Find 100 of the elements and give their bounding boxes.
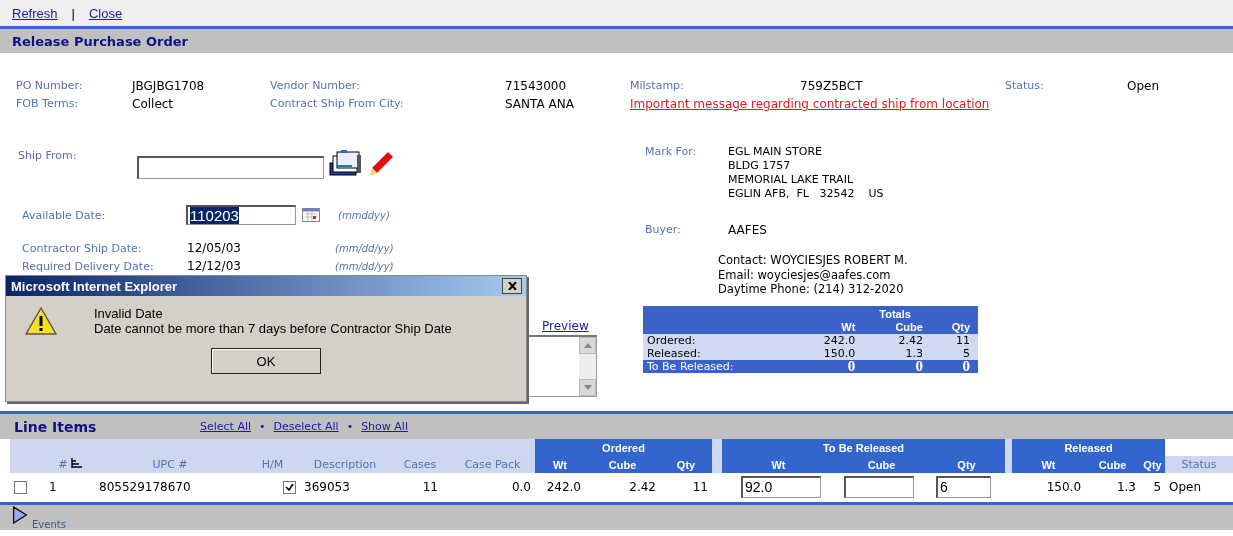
available-date-field[interactable]: 110203 — [186, 205, 296, 225]
release-weight-field[interactable]: 92.0 — [741, 475, 821, 498]
date-format-hint: (mm/dd/yy) — [335, 242, 394, 254]
up-arrow-icon — [583, 343, 592, 348]
warning-icon — [24, 306, 58, 336]
table-cell: 150.0 — [1012, 473, 1085, 500]
table-cell: 242.0 — [795, 333, 864, 347]
contact-line: Daytime Phone: (214) 312-2020 — [718, 282, 905, 297]
table-cell: 0 — [863, 359, 931, 373]
table-action-link[interactable]: Select All — [200, 420, 252, 433]
ship-from-field[interactable] — [137, 155, 324, 179]
date-format-hint: (mm/dd/yy) — [335, 260, 394, 272]
field-value: Open — [1127, 79, 1161, 93]
column-header: Description — [300, 456, 390, 473]
preview-link[interactable]: Preview — [542, 319, 589, 333]
release-quantity-field[interactable]: 6 — [936, 475, 991, 498]
release-cube-field[interactable] — [844, 475, 914, 498]
column-header: Cube — [1085, 456, 1140, 473]
table-cell: 11 — [930, 333, 978, 347]
field-label: Available Date: — [22, 208, 107, 222]
notice-link[interactable]: Important message regarding contracted ship from location — [630, 97, 1233, 111]
column-group-header: Ordered — [535, 439, 712, 456]
link-separator: • — [259, 420, 266, 433]
contact-line: Email: woyciesjes@aafes.com — [718, 267, 892, 282]
section-title: Line Items — [14, 418, 98, 435]
column-header: Wt — [795, 320, 864, 334]
column-header: Cube — [835, 456, 928, 473]
contact-line: Contact: WOYCIESJES ROBERT M. — [718, 253, 909, 268]
field-label: Contract Ship From City: — [270, 97, 405, 111]
address-line: EGLIN AFB, FL 32542 US — [728, 187, 884, 201]
field-label: Status: — [1005, 79, 1045, 93]
link-separator: | — [71, 5, 75, 21]
table-cell: 0 — [795, 359, 864, 373]
hm-checkbox[interactable] — [283, 480, 296, 494]
refresh-link[interactable]: Refresh — [12, 5, 58, 21]
dialog-title: Microsoft Internet Explorer — [11, 278, 178, 294]
field-label: PO Number: — [16, 79, 84, 93]
field-value: 759Z5BCT — [800, 79, 864, 93]
close-button[interactable] — [502, 278, 522, 294]
column-header: Qty — [928, 456, 1005, 473]
table-cell: 5 — [1140, 473, 1166, 500]
table-cell: Open — [1165, 473, 1233, 500]
column-header: Qty — [930, 320, 978, 334]
column-header: Wt — [722, 456, 835, 473]
dialog-heading: Invalid Date — [94, 306, 164, 321]
column-group-header: To Be Released — [722, 439, 1005, 456]
table-action-link[interactable]: Deselect All — [273, 420, 339, 433]
table-cell: 11 — [660, 473, 712, 500]
row-checkbox[interactable] — [14, 480, 27, 494]
table-cell: 242.0 — [535, 473, 585, 500]
column-header: Cube — [863, 320, 931, 334]
field-value: JBGJBG1708 — [132, 79, 206, 93]
column-header: Wt — [1012, 456, 1085, 473]
link-separator: • — [346, 420, 354, 433]
table-cell: 1.3 — [1085, 473, 1140, 500]
field-label: Ship From: — [18, 149, 78, 162]
field-label: Vendor Number: — [270, 79, 361, 93]
column-header: Cases — [390, 456, 450, 473]
column-header: Qty — [660, 456, 712, 473]
field-value: 71543000 — [505, 79, 568, 93]
table-cell: 0 — [930, 359, 978, 373]
field-label: Buyer: — [645, 223, 682, 237]
column-header: Case Pack — [450, 456, 535, 473]
totals-title: Totals — [863, 305, 931, 321]
table-cell: 0.0 — [450, 473, 535, 500]
column-header: Wt — [535, 456, 585, 473]
close-link[interactable]: Close — [88, 5, 123, 21]
table-cell: 805529178670 — [95, 473, 245, 500]
table-cell: 2.42 — [585, 473, 660, 500]
field-value: 12/12/03 — [187, 259, 242, 273]
column-header: H/M — [245, 456, 300, 473]
date-format-hint: (mmddyy) — [338, 209, 390, 221]
row-label: Ordered: — [643, 333, 796, 347]
column-header: Status — [1165, 456, 1233, 473]
field-value: AAFES — [728, 223, 767, 237]
table-cell: 11 — [390, 473, 450, 500]
ok-button[interactable]: OK — [211, 348, 321, 374]
sort-icon[interactable] — [70, 458, 82, 468]
expand-icon[interactable] — [12, 506, 28, 524]
close-icon — [507, 282, 517, 290]
field-label: Required Delivery Date: — [22, 259, 155, 273]
table-cell: 369053 — [300, 473, 390, 500]
down-arrow-icon — [583, 385, 592, 390]
row-label: To Be Released: — [643, 359, 796, 373]
field-value: Collect — [132, 97, 175, 111]
column-header: UPC # — [95, 456, 245, 473]
field-value: SANTA ANA — [505, 97, 575, 111]
column-header: Cube — [585, 456, 660, 473]
field-label: Milstamp: — [630, 79, 685, 93]
pencil-icon[interactable] — [368, 150, 394, 178]
address-line: BLDG 1757 — [728, 159, 792, 173]
table-cell: 2.42 — [863, 333, 931, 347]
table-action-link[interactable]: Show All — [361, 420, 408, 433]
events-label[interactable]: Events — [32, 519, 66, 530]
column-header: Qty — [1140, 456, 1166, 473]
field-label: Contractor Ship Date: — [22, 241, 143, 255]
field-label: Mark For: — [645, 145, 698, 160]
field-label: FOB Terms: — [16, 97, 80, 111]
table-cell: 1 — [45, 473, 95, 500]
calendar-icon[interactable] — [302, 208, 320, 222]
